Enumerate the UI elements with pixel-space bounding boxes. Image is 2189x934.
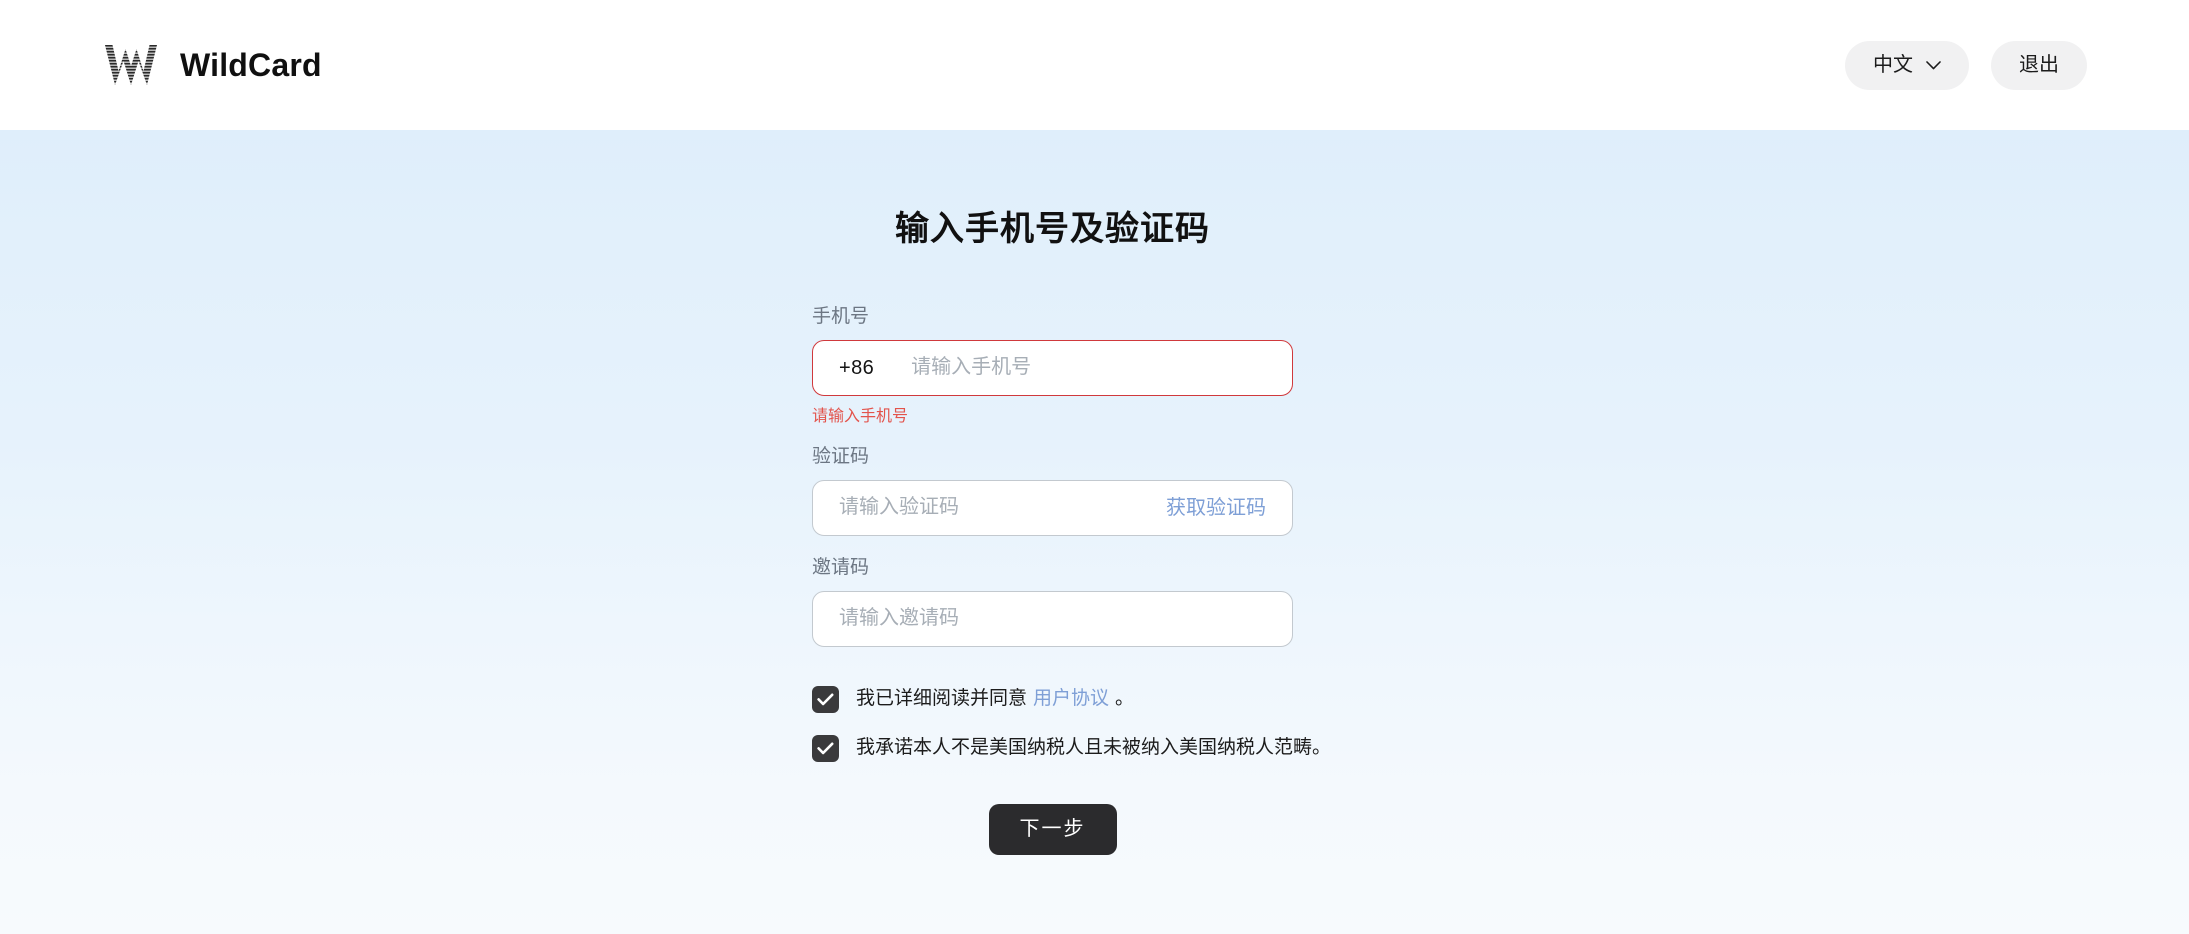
tax-checkbox[interactable] xyxy=(812,734,839,762)
logout-label: 退出 xyxy=(2019,54,2059,76)
language-label: 中文 xyxy=(1873,54,1913,76)
verification-label: 验证码 xyxy=(812,445,870,467)
header-actions: 中文 退出 xyxy=(1845,40,2087,90)
terms-text-before: 我已详细阅读并同意 xyxy=(856,687,1028,709)
logout-button[interactable]: 退出 xyxy=(1991,40,2087,90)
phone-input[interactable] xyxy=(911,340,1266,395)
verification-input-box[interactable]: 获取验证码 xyxy=(812,479,1293,536)
chevron-down-icon xyxy=(1926,60,1941,70)
terms-text-after: 。 xyxy=(1115,687,1135,709)
invite-input-box[interactable] xyxy=(812,590,1293,647)
invite-label: 邀请码 xyxy=(812,556,870,578)
page-title: 输入手机号及验证码 xyxy=(895,210,1210,248)
next-step-button[interactable]: 下一步 xyxy=(988,803,1117,855)
phone-field-group: 手机号 +86 请输入手机号 xyxy=(812,307,1293,425)
verification-field-group: 验证码 获取验证码 xyxy=(812,447,1293,536)
phone-label: 手机号 xyxy=(812,305,870,327)
terms-agreement-label: 我已详细阅读并同意 用户协议。 xyxy=(856,688,1134,711)
phone-error-message: 请输入手机号 xyxy=(812,407,909,425)
agreement-row-tax: 我承诺本人不是美国纳税人且未被纳入美国纳税人范畴。 xyxy=(812,734,1331,762)
signup-form: 输入手机号及验证码 手机号 +86 请输入手机号 验证码 获取验证码 xyxy=(812,130,1331,855)
verification-code-input[interactable] xyxy=(839,480,1154,535)
country-code-prefix[interactable]: +86 xyxy=(839,358,874,378)
user-agreement-link[interactable]: 用户协议 xyxy=(1033,688,1109,709)
brand-name: WildCard xyxy=(180,47,322,83)
language-selector-button[interactable]: 中文 xyxy=(1845,40,1969,90)
agreement-row-terms: 我已详细阅读并同意 用户协议。 xyxy=(812,685,1293,713)
main-content: 输入手机号及验证码 手机号 +86 请输入手机号 验证码 获取验证码 xyxy=(0,130,2189,934)
wildcard-w-logo-icon xyxy=(102,42,160,88)
agreements: 我已详细阅读并同意 用户协议。 我承诺本人不是美国纳税人且未被纳入美国纳税人范畴。 xyxy=(812,685,1331,762)
invite-code-input[interactable] xyxy=(839,591,1266,646)
send-verification-code-link[interactable]: 获取验证码 xyxy=(1166,498,1266,518)
submit-row: 下一步 xyxy=(812,803,1293,855)
terms-checkbox[interactable] xyxy=(812,685,839,713)
brand: WildCard xyxy=(102,42,322,88)
tax-declaration-label: 我承诺本人不是美国纳税人且未被纳入美国纳税人范畴。 xyxy=(856,736,1332,758)
invite-field-group: 邀请码 xyxy=(812,558,1293,647)
app-header: WildCard 中文 退出 xyxy=(0,0,2189,130)
phone-input-box[interactable]: +86 xyxy=(812,339,1293,396)
login-page: WildCard 中文 退出 输入手机号及验证码 手机号 +86 请输入手机号 … xyxy=(0,0,2189,934)
